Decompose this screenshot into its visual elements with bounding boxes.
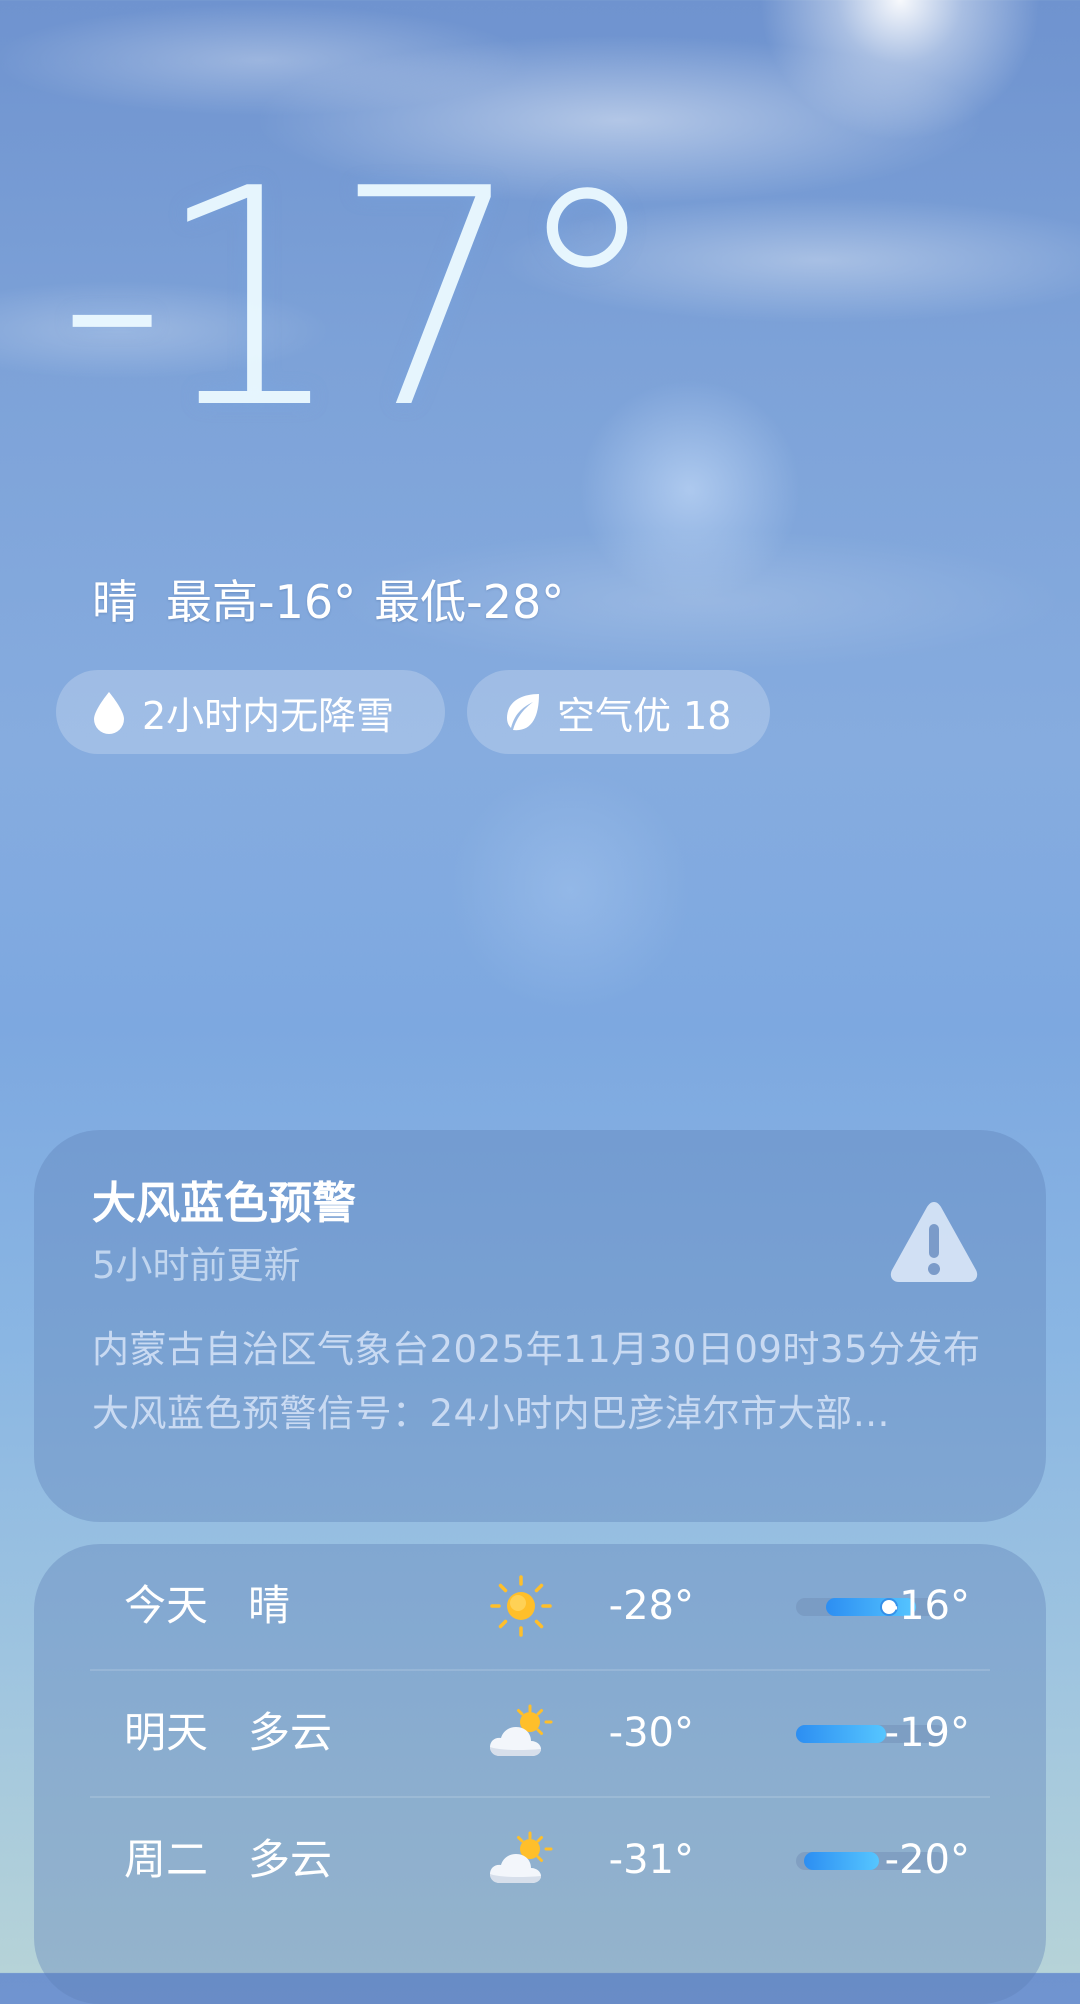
forecast-row[interactable]: 明天 多云 -30° -19° (90, 1671, 990, 1798)
low-temp: 最低-28° (374, 575, 565, 629)
high-temp: 最高-16° (166, 575, 357, 629)
forecast-high: -20° (884, 1837, 970, 1883)
precip-chip[interactable]: 2小时内无降雪 (56, 670, 445, 754)
current-temperature: -17° (58, 125, 662, 474)
weather-alert-card[interactable]: 大风蓝色预警 5小时前更新 内蒙古自治区气象台2025年11月30日09时35分… (34, 1130, 1046, 1522)
forecast-condition: 多云 (248, 1835, 333, 1884)
forecast-condition: 晴 (248, 1581, 291, 1630)
air-quality-text: 空气优 18 (557, 693, 732, 738)
forecast-row[interactable]: 周二 多云 -31° -20° (90, 1798, 990, 1923)
weather-summary: 晴 最高-16° 最低-28° (92, 572, 564, 632)
forecast-day: 周二 (124, 1835, 209, 1884)
partly-cloudy-icon (488, 1700, 554, 1766)
info-chips: 2小时内无降雪 空气优 18 (56, 670, 770, 754)
forecast-low: -30° (608, 1710, 694, 1756)
high-low: 最高-16° 最低-28° (166, 572, 564, 632)
temp-range-fill (803, 1852, 879, 1870)
precip-text: 2小时内无降雪 (142, 693, 395, 738)
current-condition: 晴 (92, 575, 138, 629)
alert-updated: 5小时前更新 (92, 1244, 301, 1287)
forecast-row[interactable]: 今天 晴 -28° -16° (90, 1544, 990, 1671)
forecast-card: 今天 晴 -28° -16° 明天 多云 -30° -19° 周二 多云 -31… (34, 1544, 1046, 2004)
warning-triangle-icon (888, 1196, 980, 1288)
forecast-high: -19° (884, 1710, 970, 1756)
forecast-condition: 多云 (248, 1708, 333, 1757)
leaf-icon (501, 690, 543, 734)
forecast-day: 明天 (124, 1708, 209, 1757)
partly-cloudy-icon (488, 1827, 554, 1893)
forecast-high: -16° (884, 1583, 970, 1629)
droplet-icon (90, 690, 128, 734)
sun-icon (488, 1573, 554, 1639)
alert-title: 大风蓝色预警 (92, 1178, 356, 1229)
forecast-low: -28° (608, 1583, 694, 1629)
temp-range-fill (796, 1725, 886, 1743)
forecast-low: -31° (608, 1837, 694, 1883)
air-quality-chip[interactable]: 空气优 18 (467, 670, 770, 754)
forecast-day: 今天 (124, 1581, 209, 1630)
alert-body: 内蒙古自治区气象台2025年11月30日09时35分发布大风蓝色预警信号：24小… (92, 1328, 981, 1435)
